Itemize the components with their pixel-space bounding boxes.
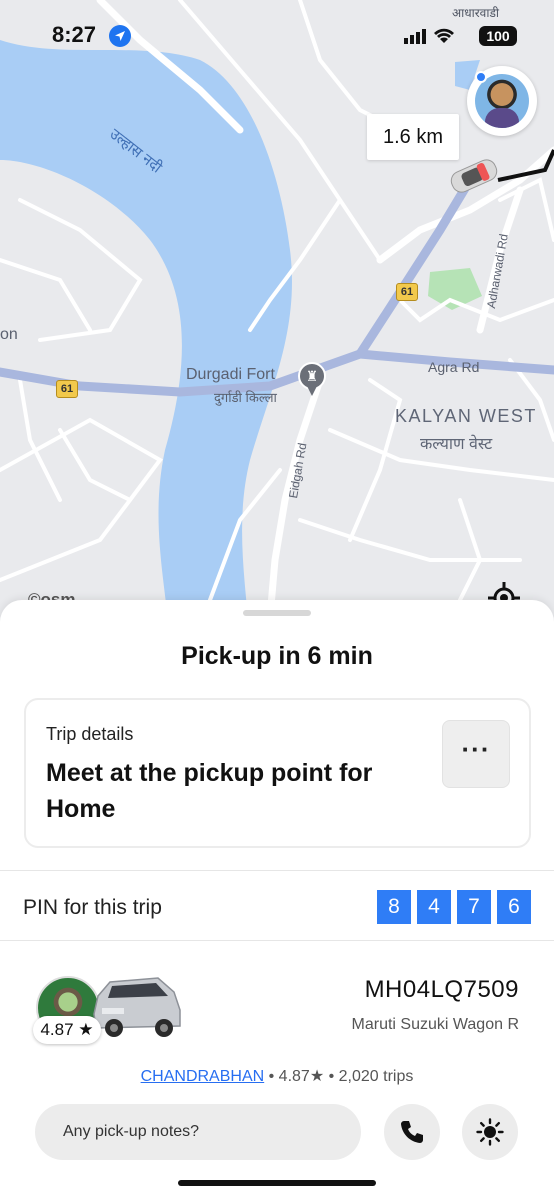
fort-pin-icon[interactable]: ♜ <box>298 362 326 396</box>
map-label-adharwadi: आधारवाडी <box>452 6 499 20</box>
pickup-notes-input[interactable]: Any pick-up notes? <box>35 1104 361 1160</box>
map-label-kalyan-west-hi: कल्याण वेस्ट <box>420 436 493 453</box>
sun-icon <box>476 1118 504 1146</box>
trip-details-label: Trip details <box>46 724 134 744</box>
divider <box>0 870 554 871</box>
trip-details-card[interactable]: Trip details Meet at the pickup point fo… <box>24 698 531 848</box>
divider <box>0 940 554 941</box>
signal-wifi-icons <box>404 28 454 44</box>
route-shield: 61 <box>56 380 78 398</box>
driver-stats: • 4.87★ • 2,020 trips <box>264 1068 414 1085</box>
pin-digit: 6 <box>497 890 531 924</box>
vehicle-image <box>88 970 186 1040</box>
driver-info: CHANDRABHAN • 4.87★ • 2,020 trips <box>0 1066 554 1086</box>
driver-rating-badge: 4.87 ★ <box>33 1016 101 1044</box>
notification-dot <box>475 71 487 83</box>
pickup-title: Pick-up in 6 min <box>181 642 373 670</box>
status-time: 8:27 <box>52 22 97 47</box>
vehicle-model: Maruti Suzuki Wagon R <box>351 1016 519 1033</box>
profile-avatar-button[interactable] <box>467 66 537 136</box>
pin-digit: 8 <box>377 890 411 924</box>
map-label-fort: Durgadi Fort <box>186 366 275 383</box>
more-dots-icon[interactable]: ··· <box>442 720 510 788</box>
pin-label: PIN for this trip <box>23 896 162 919</box>
trip-sheet: Pick-up in 6 min Trip details Meet at th… <box>0 600 554 1200</box>
pin-digit: 7 <box>457 890 491 924</box>
location-arrow-icon <box>109 25 131 47</box>
phone-icon <box>401 1121 423 1143</box>
map-label-kalyan-west: KALYAN WEST <box>395 406 537 426</box>
map-label-agra-rd: Agra Rd <box>428 359 480 375</box>
map-view[interactable]: आधारवाडी उल्हास नदी on Durgadi Fort दुर्… <box>0 0 554 640</box>
call-button[interactable] <box>384 1104 440 1160</box>
battery-indicator: 100 <box>479 26 517 46</box>
driver-name-link[interactable]: CHANDRABHAN <box>141 1068 265 1085</box>
license-plate: MH04LQ7509 <box>364 976 519 1003</box>
distance-chip: 1.6 km <box>367 114 459 160</box>
sheet-grabber[interactable] <box>243 610 311 616</box>
route-shield: 61 <box>396 283 418 301</box>
light-button[interactable] <box>462 1104 518 1160</box>
map-label-partial: on <box>0 326 18 343</box>
pin-digit: 4 <box>417 890 451 924</box>
trip-details-text: Meet at the pickup point for Home <box>46 759 373 823</box>
status-icons: 100 <box>402 24 520 48</box>
map-label-fort-hi: दुर्गाडी किल्ला <box>214 390 277 405</box>
home-indicator <box>178 1180 376 1186</box>
